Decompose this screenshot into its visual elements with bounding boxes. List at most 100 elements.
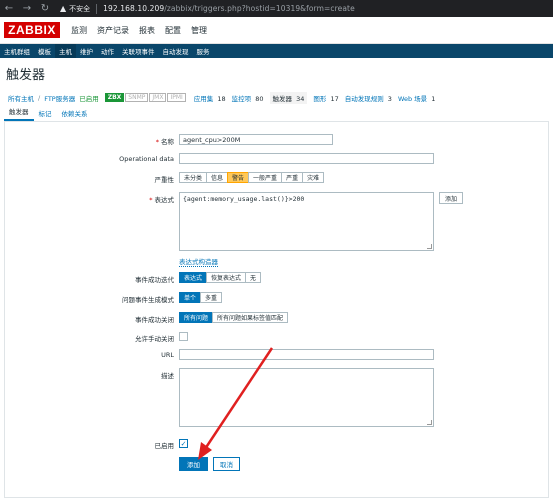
crumb-discovery-rules[interactable]: 自动发现规则 3 [345, 93, 392, 103]
crumb-items[interactable]: 监控项 80 [232, 93, 264, 103]
browser-toolbar: ← → ↻ ▲ 不安全 192.168.10.209/zabbix/trigge… [0, 0, 553, 17]
expression-label: * 表达式 [149, 194, 174, 204]
crumb-triggers[interactable]: 触发器 34 [269, 91, 308, 104]
add-expression-button[interactable]: 添加 [439, 192, 464, 204]
crumb-discovery-label: 自动发现规则 [344, 94, 384, 103]
manual-close-label: 允许手动关闭 [135, 335, 174, 343]
form-buttons: 添加 取消 [179, 457, 240, 471]
menu-administration[interactable]: 管理 [186, 17, 212, 44]
opdata-input[interactable] [179, 153, 434, 164]
severity-information[interactable]: 信息 [206, 172, 229, 183]
problem-mode-single[interactable]: 单个 [179, 292, 202, 303]
expression-builder-link[interactable]: 表达式构造器 [179, 256, 218, 267]
crumb-discovery-count: 3 [387, 94, 392, 103]
ok-event-label: 事件成功迭代 [135, 276, 174, 284]
severity-selector: 未分类 信息 警告 一般严重 严重 灾难 [179, 172, 325, 183]
expression-label-text: 表达式 [154, 196, 175, 204]
crumb-items-label: 监控项 [231, 94, 252, 103]
problem-mode-multiple[interactable]: 多重 [200, 292, 223, 303]
menu-reports[interactable]: 报表 [134, 17, 160, 44]
submenu-host-groups[interactable]: 主机群组 [0, 44, 34, 58]
tag-ipmi: IPMI [167, 93, 186, 102]
severity-high[interactable]: 严重 [281, 172, 304, 183]
submenu-maintenance[interactable]: 维护 [76, 44, 97, 58]
row-description: 描述 [5, 368, 550, 427]
tag-jmx: JMX [149, 93, 167, 102]
reload-icon[interactable]: ↻ [36, 0, 54, 17]
submenu-templates[interactable]: 模板 [34, 44, 55, 58]
tab-tags[interactable]: 标记 [34, 108, 57, 121]
crumb-applications[interactable]: 应用集 18 [194, 93, 226, 103]
crumb-graphs-count: 17 [330, 94, 339, 103]
manual-close-checkbox[interactable] [179, 332, 188, 341]
submenu-services[interactable]: 服务 [193, 44, 214, 58]
submenu-discovery[interactable]: 自动发现 [159, 44, 193, 58]
submenu-event-correlation[interactable]: 关联项事件 [118, 44, 159, 58]
resize-grip-icon[interactable] [427, 420, 432, 425]
url-label: URL [161, 351, 174, 359]
severity-disaster[interactable]: 灾难 [302, 172, 325, 183]
problem-mode-label: 问题事件生成模式 [122, 296, 174, 304]
menu-inventory[interactable]: 资产记录 [92, 17, 134, 44]
crumb-triggers-count: 34 [296, 94, 305, 103]
resize-grip-icon[interactable] [427, 244, 432, 249]
checkmark-icon: ✓ [180, 439, 187, 448]
crumb-items-count: 80 [255, 94, 264, 103]
tab-trigger[interactable]: 触发器 [4, 106, 34, 121]
description-textarea[interactable] [179, 368, 434, 427]
insecure-label: 不安全 [69, 4, 91, 13]
sub-menu: 主机群组 模板 主机 维护 动作 关联项事件 自动发现 服务 [0, 44, 553, 58]
name-input[interactable]: agent_cpu>200M [179, 134, 333, 145]
menu-monitoring[interactable]: 监测 [66, 17, 92, 44]
crumb-web-label: Web 场景 [397, 94, 428, 103]
page-title: 触发器 [6, 68, 46, 83]
ok-event-selector: 表达式 恢复表达式 无 [179, 272, 262, 283]
enabled-checkbox[interactable]: ✓ [179, 439, 188, 448]
ok-close-tag-match[interactable]: 所有问题如果标签值匹配 [212, 312, 289, 323]
required-marker: * [149, 196, 153, 204]
app-header: ZABBIX 监测 资产记录 报表 配置 管理 [0, 17, 553, 44]
host-status[interactable]: 已启用 [79, 93, 99, 103]
forward-arrow-icon[interactable]: → [18, 0, 36, 17]
crumb-host[interactable]: FTP服务器 [44, 93, 75, 103]
url-input[interactable] [179, 349, 434, 360]
top-menu: 监测 资产记录 报表 配置 管理 [66, 17, 212, 44]
submit-add-button[interactable]: 添加 [179, 457, 208, 471]
description-label: 描述 [161, 372, 174, 380]
url-text: 192.168.10.209/zabbix/triggers.php?hosti… [103, 4, 355, 13]
severity-not-classified[interactable]: 未分类 [179, 172, 208, 183]
url-path: /zabbix/triggers.php?hostid=10319&form=c… [164, 4, 355, 13]
severity-warning[interactable]: 警告 [227, 172, 250, 183]
submenu-actions[interactable]: 动作 [97, 44, 118, 58]
back-arrow-icon[interactable]: ← [0, 0, 18, 17]
expression-text: {agent:memory_usage.last()}>200 [183, 195, 305, 203]
crumb-graphs-label: 图形 [313, 94, 327, 103]
crumb-web-count: 1 [431, 94, 436, 103]
submenu-hosts[interactable]: 主机 [55, 44, 76, 58]
ok-close-all-problems[interactable]: 所有问题 [179, 312, 214, 323]
menu-configuration[interactable]: 配置 [160, 17, 186, 44]
cancel-button[interactable]: 取消 [213, 457, 240, 471]
crumb-applications-count: 18 [217, 94, 226, 103]
row-expression: * 表达式 {agent:memory_usage.last()}>200 添加 [5, 192, 550, 251]
ok-event-recovery-expression[interactable]: 恢复表达式 [206, 272, 247, 283]
enabled-label: 已启用 [154, 442, 175, 450]
address-bar[interactable]: ▲ 不安全 192.168.10.209/zabbix/triggers.php… [60, 2, 355, 15]
crumb-triggers-label: 触发器 [272, 94, 293, 103]
tab-dependencies[interactable]: 依赖关系 [57, 108, 93, 121]
expression-textarea[interactable]: {agent:memory_usage.last()}>200 [179, 192, 434, 251]
ok-close-label: 事件成功关闭 [135, 316, 174, 324]
tag-zbx: ZBX [104, 93, 125, 102]
tag-snmp: SNMP [125, 93, 149, 102]
crumb-separator: / [38, 93, 41, 102]
ok-event-expression[interactable]: 表达式 [179, 272, 208, 283]
severity-average[interactable]: 一般严重 [248, 172, 283, 183]
severity-label: 严重性 [154, 176, 175, 184]
ok-event-none[interactable]: 无 [245, 272, 262, 283]
name-label-text: 名称 [161, 138, 174, 146]
crumb-graphs[interactable]: 图形 17 [313, 93, 338, 103]
warning-icon: ▲ [60, 4, 67, 13]
crumb-web-scenarios[interactable]: Web 场景 1 [398, 93, 435, 103]
crumb-all-hosts[interactable]: 所有主机 [8, 93, 34, 103]
zabbix-logo[interactable]: ZABBIX [4, 22, 60, 38]
